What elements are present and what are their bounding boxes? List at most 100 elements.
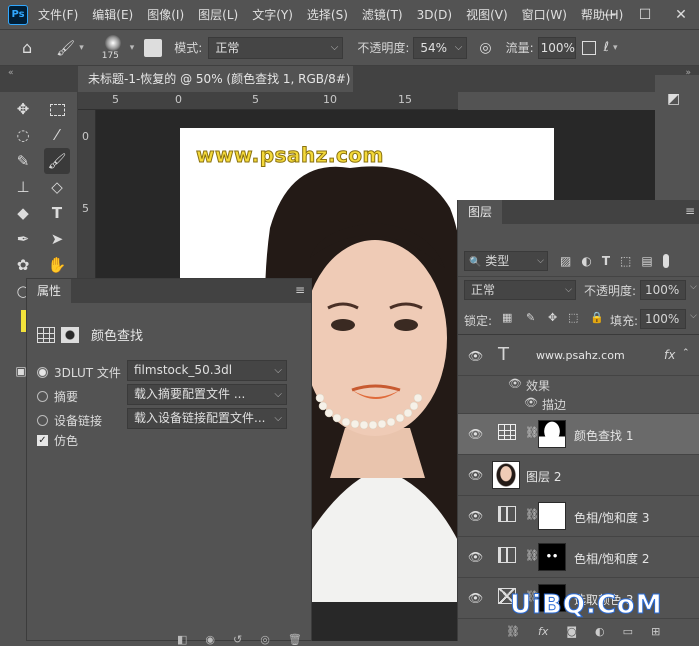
chevron-down-icon[interactable]: ⌵ — [690, 311, 697, 321]
clip-to-layer-icon[interactable]: ◧ — [177, 633, 187, 646]
menu-file[interactable]: 文件(F) — [38, 6, 78, 23]
eye-icon[interactable]: 👁 — [468, 509, 483, 523]
menu-type[interactable]: 文字(Y) — [252, 6, 293, 23]
abstract-dropdown[interactable]: 载入摘要配置文件 ... ⌵ — [127, 384, 287, 405]
option-3dlut[interactable]: 3DLUT 文件 — [37, 364, 121, 381]
eye-icon[interactable]: 👁 — [468, 591, 483, 605]
history-panel-icon[interactable]: ◩ — [667, 91, 680, 107]
layer-effects-row[interactable]: 👁 效果 — [458, 376, 699, 394]
properties-tab[interactable]: 属性 — [27, 279, 72, 303]
add-style-icon[interactable]: fx — [538, 625, 548, 641]
brush-tool-icon[interactable]: 🖌 — [44, 148, 70, 174]
collapse-effects-icon[interactable]: ⌃ — [682, 348, 690, 358]
new-adjustment-icon[interactable]: ◐ — [595, 625, 605, 641]
option-abstract[interactable]: 摘要 — [37, 388, 78, 405]
move-tool-icon[interactable]: ✥ — [10, 96, 36, 122]
type-tool-icon[interactable]: T — [44, 200, 70, 226]
filter-adjustment-icon[interactable]: ◐ — [581, 254, 591, 268]
home-icon[interactable]: ⌂ — [22, 38, 32, 57]
pressure-opacity-icon[interactable]: ◎ — [479, 40, 491, 56]
brush-settings-icon[interactable] — [144, 38, 163, 57]
filter-toggle-icon[interactable] — [662, 254, 669, 268]
fx-icon[interactable]: fx — [664, 348, 675, 362]
lock-pixels-icon[interactable]: ✎ — [526, 311, 535, 324]
link-layers-icon[interactable]: ⛓ — [506, 625, 520, 641]
brush-tool-icon[interactable]: 🖌 — [56, 39, 75, 57]
lock-all-icon[interactable]: 🔒 — [590, 311, 604, 324]
menu-edit[interactable]: 编辑(E) — [92, 6, 133, 23]
add-mask-icon[interactable]: ◙ — [566, 625, 577, 641]
radio-abstract[interactable] — [37, 391, 48, 402]
layer-row-layer-2[interactable]: 👁 图层 2 — [458, 455, 699, 496]
filter-type-icon[interactable]: T — [602, 254, 610, 268]
layer-opacity-input[interactable]: 100% — [640, 280, 686, 300]
document-tab[interactable]: 未标题-1-恢复的 @ 50% (颜色查找 1, RGB/8#) * — [78, 66, 353, 112]
lock-artboard-icon[interactable]: ⬚ — [568, 311, 578, 324]
filter-kind-select[interactable]: 🔍 类型 ⌵ — [464, 251, 548, 271]
chevron-down-icon[interactable]: ⌵ — [690, 282, 697, 292]
layer-row-hue-saturation-2[interactable]: 👁 ⛓ 色相/饱和度 2 — [458, 537, 699, 578]
airbrush-icon[interactable]: ℓ — [604, 40, 609, 55]
menu-image[interactable]: 图像(I) — [147, 6, 184, 23]
stamp-tool-icon[interactable]: ⊥ — [10, 174, 36, 200]
fill-tool-icon[interactable]: ◆ — [10, 200, 36, 226]
filter-shape-icon[interactable]: ⬚ — [620, 254, 631, 268]
layer-row-hue-saturation-3[interactable]: 👁 ⛓ 色相/饱和度 3 — [458, 496, 699, 537]
radio-3dlut[interactable] — [37, 367, 48, 378]
maximize-button[interactable]: ☐ — [627, 7, 663, 23]
new-group-icon[interactable]: ▭ — [623, 625, 633, 641]
link-icon[interactable]: ⛓ — [525, 426, 539, 439]
trash-icon[interactable]: 🗑 — [288, 633, 302, 646]
option-dither[interactable]: ✓ 仿色 — [37, 432, 78, 449]
eyedropper-tool-icon[interactable]: ✎ — [10, 148, 36, 174]
flow-input[interactable]: 100% — [537, 36, 576, 59]
pen-tool-icon[interactable]: ✒ — [10, 226, 36, 252]
path-selection-tool-icon[interactable]: ➤ — [44, 226, 70, 252]
layer-mask-thumbnail[interactable] — [538, 543, 566, 571]
link-icon[interactable]: ⛓ — [525, 549, 539, 562]
panel-menu-icon[interactable]: ≡ — [685, 204, 695, 218]
mask-icon[interactable] — [61, 326, 79, 343]
filter-pixel-icon[interactable]: ▨ — [560, 254, 571, 268]
menu-select[interactable]: 选择(S) — [307, 6, 348, 23]
layers-tab[interactable]: 图层 — [458, 200, 503, 224]
option-device-link[interactable]: 设备链接 — [37, 412, 102, 429]
eye-icon[interactable]: 👁 — [468, 550, 483, 564]
layer-thumbnail[interactable] — [492, 461, 520, 489]
radio-device-link[interactable] — [37, 415, 48, 426]
layer-row-color-lookup[interactable]: 👁 ⛓ 颜色查找 1 — [458, 414, 699, 455]
shape-tool-icon[interactable]: ✿ — [10, 252, 36, 278]
minimize-button[interactable]: — — [591, 7, 627, 23]
menu-3d[interactable]: 3D(D) — [417, 8, 452, 22]
dither-checkbox[interactable]: ✓ — [37, 435, 48, 446]
layer-mask-thumbnail[interactable] — [538, 420, 566, 448]
lock-transparent-icon[interactable]: ▦ — [502, 311, 512, 324]
3dlut-dropdown[interactable]: filmstock_50.3dl ⌵ — [127, 360, 287, 381]
close-button[interactable]: ✕ — [663, 7, 699, 23]
brush-preset-picker[interactable]: 175 — [98, 33, 128, 63]
layer-row-text[interactable]: 👁 T www.psahz.com fx ⌃ — [458, 336, 699, 376]
chevron-down-icon[interactable]: ▾ — [613, 43, 618, 53]
reset-icon[interactable]: ↺ — [233, 633, 242, 646]
view-previous-icon[interactable]: ◉ — [205, 633, 215, 646]
flow-slider-icon[interactable] — [581, 40, 596, 55]
eye-icon[interactable]: 👁 — [524, 396, 538, 409]
eye-icon[interactable]: 👁 — [468, 349, 483, 363]
menu-window[interactable]: 窗口(W) — [522, 6, 567, 23]
lock-position-icon[interactable]: ✥ — [548, 311, 557, 324]
fill-input[interactable]: 100% — [640, 309, 686, 329]
blend-mode-select[interactable]: 正常 ⌵ — [464, 280, 576, 300]
menu-filter[interactable]: 滤镜(T) — [362, 6, 403, 23]
hand-tool-icon[interactable]: ✋ — [44, 252, 70, 278]
marquee-tool-icon[interactable] — [44, 96, 70, 122]
chevron-down-icon[interactable]: ▾ — [79, 43, 84, 53]
magic-wand-tool-icon[interactable]: ⁄ — [44, 122, 70, 148]
link-icon[interactable]: ⛓ — [525, 508, 539, 521]
collapse-panels-icon[interactable]: « — [8, 68, 14, 78]
visibility-icon[interactable]: ◎ — [260, 633, 270, 646]
layer-effect-stroke-row[interactable]: 👁 描边 — [458, 394, 699, 414]
new-layer-icon[interactable]: ⊞ — [651, 625, 660, 641]
device-link-dropdown[interactable]: 载入设备链接配置文件... ⌵ — [127, 408, 287, 429]
mode-select[interactable]: 正常 ⌵ — [208, 36, 344, 59]
opacity-input[interactable]: 54% ⌵ — [413, 36, 468, 59]
